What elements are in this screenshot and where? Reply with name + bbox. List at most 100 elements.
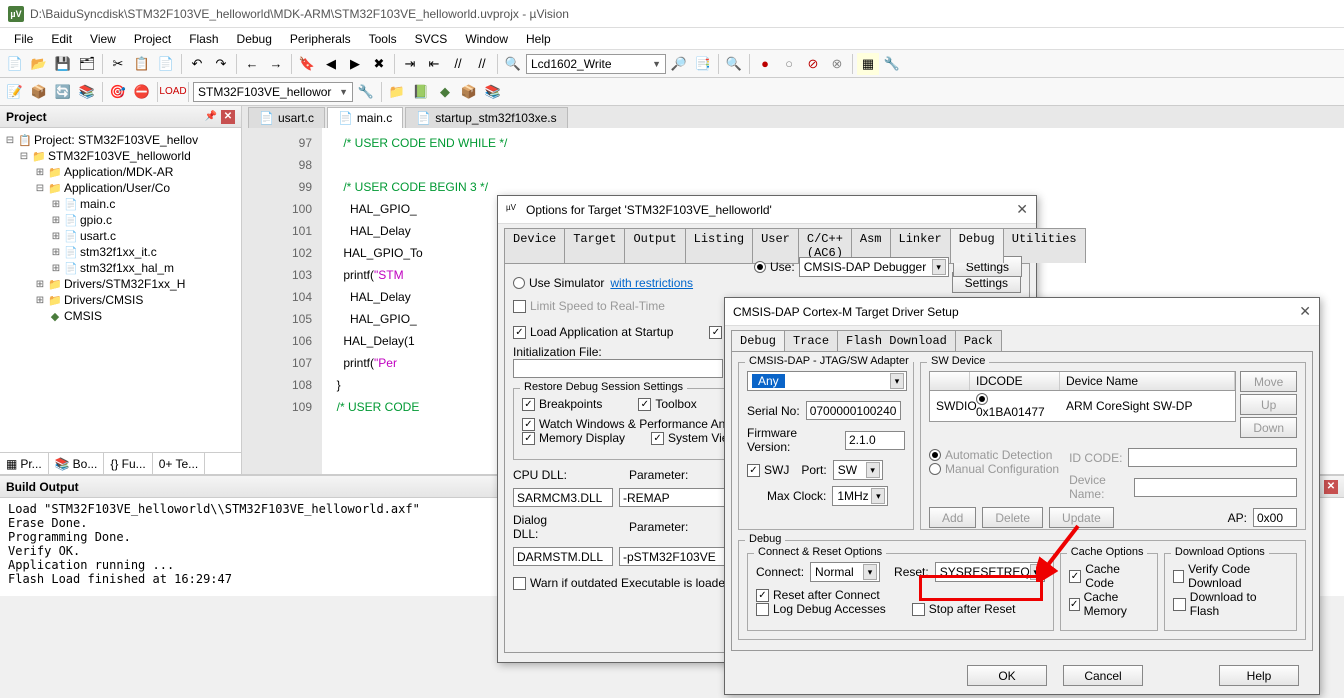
menu-view[interactable]: View [82,30,124,48]
debugger-select[interactable]: CMSIS-DAP Debugger▾ [799,257,949,277]
menu-peripherals[interactable]: Peripherals [282,30,359,48]
bookmark-prev-icon[interactable]: ◀ [320,53,342,75]
auto-detect-radio[interactable]: Automatic Detection [929,448,1059,462]
cache-code-check[interactable]: ✓Cache Code [1069,562,1149,590]
tab-target[interactable]: Target [564,228,625,263]
menu-edit[interactable]: Edit [43,30,80,48]
serial-input[interactable] [806,401,901,420]
window-layout-icon[interactable]: ▦ [857,53,879,75]
menu-flash[interactable]: Flash [181,30,226,48]
stop-after-check[interactable]: Stop after Reset [912,602,1016,616]
menu-tools[interactable]: Tools [361,30,405,48]
tab-books[interactable]: 📚Bo... [49,453,105,474]
tab-startup[interactable]: 📄startup_stm32f103xe.s [405,107,567,128]
find-files-icon[interactable]: 📑 [692,53,714,75]
comment-icon[interactable]: // [447,53,469,75]
indent-icon[interactable]: ⇥ [399,53,421,75]
debug-icon[interactable]: 🔍 [723,53,745,75]
manual-conf-radio[interactable]: Manual Configuration [929,462,1059,476]
open-icon[interactable]: 📂 [28,53,50,75]
download-flash-check[interactable]: Download to Flash [1173,590,1288,618]
menu-svcs[interactable]: SVCS [407,30,456,48]
verify-check[interactable]: Verify Code Download [1173,562,1288,590]
bookmark-icon[interactable]: 🔖 [296,53,318,75]
tab-flash-download[interactable]: Flash Download [837,330,956,351]
swj-check[interactable]: ✓SWJ [747,463,789,477]
rebuild-icon[interactable]: 🔄 [52,81,74,103]
help-button[interactable]: Help [1219,665,1299,686]
toolbox-check[interactable]: ✓Toolbox [638,397,696,411]
pack-installer-icon[interactable]: 📦 [458,81,480,103]
memory-check[interactable]: ✓Memory Display [522,431,625,445]
use-debugger-radio[interactable]: Use: [754,260,795,274]
tab-functions[interactable]: {} Fu... [104,453,152,474]
breakpoint-insert-icon[interactable]: ● [754,53,776,75]
menu-file[interactable]: File [6,30,41,48]
menu-project[interactable]: Project [126,30,179,48]
tab-project[interactable]: ▦Pr... [0,453,49,474]
find-combo[interactable]: Lcd1602_Write▼ [526,54,666,74]
books-icon[interactable]: 📚 [482,81,504,103]
undo-icon[interactable]: ↶ [186,53,208,75]
code-body[interactable]: /* USER CODE END WHILE */ /* USER CODE B… [322,128,515,474]
breakpoint-killall-icon[interactable]: ⊗ [826,53,848,75]
ap-input[interactable] [1253,508,1297,527]
swdevice-table-row[interactable]: SWDIO 0x1BA01477 ARM CoreSight SW-DP [929,391,1236,422]
tab-pack[interactable]: Pack [955,330,1002,351]
tab-listing[interactable]: Listing [685,228,753,263]
tab-debug[interactable]: Debug [731,330,785,351]
cancel-button[interactable]: Cancel [1063,665,1143,686]
project-tree[interactable]: ⊟📋Project: STM32F103VE_hellov ⊟📁STM32F10… [0,128,241,452]
saveall-icon[interactable]: 🗂 [76,53,98,75]
redo-icon[interactable]: ↷ [210,53,232,75]
paste-icon[interactable]: 📄 [155,53,177,75]
port-select[interactable]: SW▾ [833,460,883,480]
cpu-param-input[interactable] [619,488,729,507]
sysview-check[interactable]: ✓System Vie [651,431,728,445]
cpu-dll-input[interactable] [513,488,613,507]
build-target-icon[interactable]: 🎯 [107,81,129,103]
nav-fwd-icon[interactable]: → [265,53,287,75]
menu-debug[interactable]: Debug [229,30,280,48]
tab-templates[interactable]: 0+ Te... [153,453,205,474]
use-simulator-radio[interactable]: Use Simulator [513,276,604,290]
uncomment-icon[interactable]: // [471,53,493,75]
breakpoint-disable-icon[interactable]: ○ [778,53,800,75]
stop-build-icon[interactable]: ⛔ [131,81,153,103]
manage-project-icon[interactable]: 📁 [386,81,408,103]
clock-select[interactable]: 1MHz▾ [832,486,888,506]
dialog-dll-input[interactable] [513,547,613,566]
bookmark-clear-icon[interactable]: ✖ [368,53,390,75]
ok-button[interactable]: OK [967,665,1047,686]
save-icon[interactable]: 💾 [52,53,74,75]
load-app-check[interactable]: ✓Load Application at Startup [513,325,673,339]
find-icon[interactable]: 🔍 [502,53,524,75]
bookmark-next-icon[interactable]: ▶ [344,53,366,75]
tab-device[interactable]: Device [504,228,565,263]
manage-rte-icon[interactable]: ◆ [434,81,456,103]
log-debug-check[interactable]: Log Debug Accesses [756,602,886,616]
connect-select[interactable]: Normal▾ [810,562,880,582]
outdent-icon[interactable]: ⇤ [423,53,445,75]
menu-window[interactable]: Window [457,30,516,48]
find-next-icon[interactable]: 🔎 [668,53,690,75]
panel-close-icon[interactable]: ✕ [1324,480,1338,494]
close-icon[interactable]: ✕ [1299,303,1311,320]
target-combo[interactable]: STM32F103VE_hellowor▼ [193,82,353,102]
init-file-input[interactable] [513,359,723,378]
nav-back-icon[interactable]: ← [241,53,263,75]
breakpoint-kill-icon[interactable]: ⊘ [802,53,824,75]
copy-icon[interactable]: 📋 [131,53,153,75]
config-icon[interactable]: 🔧 [881,53,903,75]
translate-icon[interactable]: 📝 [4,81,26,103]
tab-usart[interactable]: 📄usart.c [248,107,325,128]
batch-icon[interactable]: 📚 [76,81,98,103]
tab-trace[interactable]: Trace [784,330,838,351]
tab-debug[interactable]: Debug [950,228,1004,263]
adapter-select[interactable]: Any▾ [747,371,907,391]
cache-mem-check[interactable]: ✓Cache Memory [1069,590,1149,618]
restrictions-link[interactable]: with restrictions [610,276,693,290]
tab-main[interactable]: 📄main.c [327,107,403,128]
dialog-param-input[interactable] [619,547,729,566]
pin-icon[interactable]: 📌 [205,111,217,122]
